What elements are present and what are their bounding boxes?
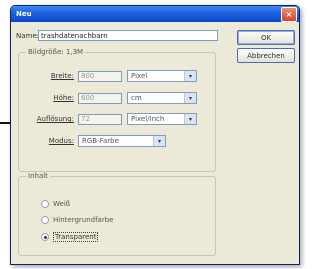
mode-select[interactable]: RGB-Farbe ▾ (78, 135, 166, 147)
chevron-down-icon[interactable]: ▾ (153, 136, 165, 146)
image-size-group-label: Bildgröße: 1,3M (26, 48, 86, 56)
resolution-unit-select[interactable]: Pixel/Inch ▾ (127, 113, 197, 125)
height-input[interactable]: 600 (78, 92, 122, 104)
radio-transparent[interactable]: Transparent (41, 232, 99, 242)
height-unit-select[interactable]: cm ▾ (127, 92, 197, 104)
radio-label-background: Hintergrundfarbe (53, 216, 114, 224)
resolution-unit-value: Pixel/Inch (131, 115, 165, 123)
height-unit-value: cm (131, 94, 142, 102)
width-input[interactable]: 800 (78, 70, 122, 82)
width-unit-value: Pixel (131, 72, 148, 80)
width-unit-select[interactable]: Pixel ▾ (127, 70, 197, 82)
dialog-title: Neu (16, 10, 32, 18)
height-row: Höhe: 600 cm ▾ (36, 92, 197, 104)
new-document-dialog: Neu × Name: trashdatenachbarn OK Abbrech… (10, 5, 300, 265)
name-input[interactable]: trashdatenachbarn (38, 30, 218, 41)
width-value: 800 (81, 72, 95, 80)
title-bar: Neu × (11, 6, 299, 22)
radio-button[interactable] (41, 216, 49, 224)
name-value: trashdatenachbarn (41, 31, 108, 40)
resolution-value: 72 (81, 115, 90, 123)
radio-label-transparent: Transparent (53, 232, 99, 242)
chevron-down-icon[interactable]: ▾ (184, 71, 196, 81)
ok-button[interactable]: OK (237, 30, 295, 45)
height-value: 600 (81, 94, 95, 102)
radio-label-white: Weiß (53, 200, 71, 208)
mode-label: Modus: (48, 137, 74, 145)
radio-background[interactable]: Hintergrundfarbe (41, 216, 113, 224)
radio-white[interactable]: Weiß (41, 200, 70, 208)
chevron-down-icon[interactable]: ▾ (184, 93, 196, 103)
width-row: Breite: 800 Pixel ▾ (36, 70, 197, 82)
height-label: Höhe: (53, 94, 74, 102)
width-label: Breite: (50, 72, 74, 80)
radio-button[interactable] (41, 200, 49, 208)
resolution-row: Auflösung: 72 Pixel/Inch ▾ (36, 113, 197, 125)
mode-row: Modus: RGB-Farbe ▾ (36, 135, 166, 147)
cancel-button[interactable]: Abbrechen (237, 48, 295, 63)
resolution-input[interactable]: 72 (78, 113, 122, 125)
name-label: Name: (16, 31, 40, 40)
radio-button-selected[interactable] (41, 233, 49, 241)
content-group-label: Inhalt (26, 172, 50, 180)
chevron-down-icon[interactable]: ▾ (184, 114, 196, 124)
name-row: Name: trashdatenachbarn (16, 30, 218, 41)
resolution-label: Auflösung: (36, 115, 74, 123)
mode-value: RGB-Farbe (82, 137, 119, 145)
close-icon[interactable]: × (281, 7, 297, 22)
